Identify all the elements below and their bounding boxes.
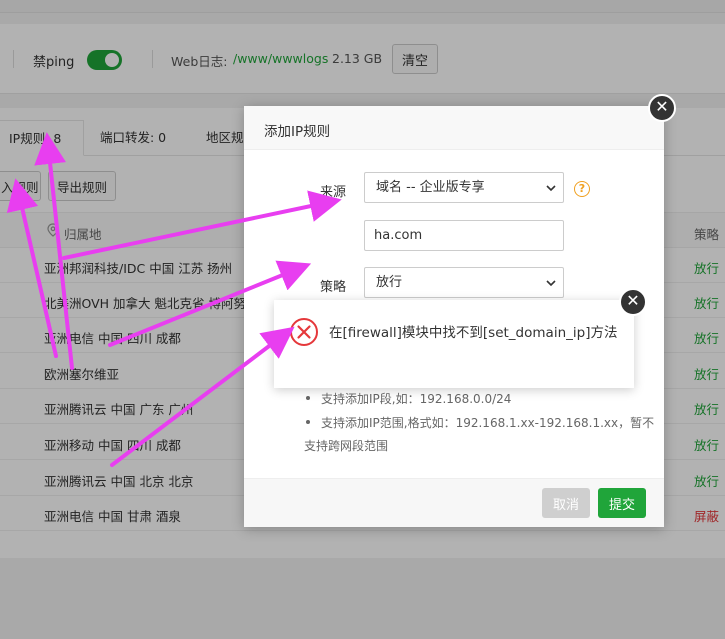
tip-ip-segment: 支持添加IP段,如：192.168.0.0/24 <box>321 392 512 406</box>
cancel-button[interactable]: 取消 <box>542 488 590 518</box>
chevron-down-icon <box>546 185 556 192</box>
domain-input[interactable] <box>364 220 564 251</box>
source-select[interactable]: 域名 -- 企业版专享 <box>364 172 564 203</box>
alert-close-icon[interactable]: ✕ <box>619 288 647 316</box>
modal-title: 添加IP规则 <box>264 124 331 140</box>
tip-bullet <box>306 396 310 400</box>
modal-close-icon[interactable]: ✕ <box>648 94 676 122</box>
policy-label: 策略 <box>320 280 347 295</box>
tip-bullet <box>306 420 310 424</box>
policy-select-value: 放行 <box>376 275 403 290</box>
tip-ip-range-cont: 支持跨网段范围 <box>304 439 389 453</box>
submit-button[interactable]: 提交 <box>598 488 646 518</box>
chevron-down-icon <box>546 280 556 287</box>
error-icon <box>290 318 318 346</box>
policy-select[interactable]: 放行 <box>364 267 564 298</box>
help-icon[interactable]: ? <box>574 181 590 197</box>
modal-header: 添加IP规则 <box>244 106 664 150</box>
error-message: 在[firewall]模块中找不到[set_domain_ip]方法 <box>329 325 618 341</box>
source-label: 来源 <box>320 185 347 200</box>
source-select-value: 域名 -- 企业版专享 <box>376 180 485 195</box>
tip-ip-range: 支持添加IP范围,格式如：192.168.1.xx-192.168.1.xx，暂… <box>321 416 655 430</box>
